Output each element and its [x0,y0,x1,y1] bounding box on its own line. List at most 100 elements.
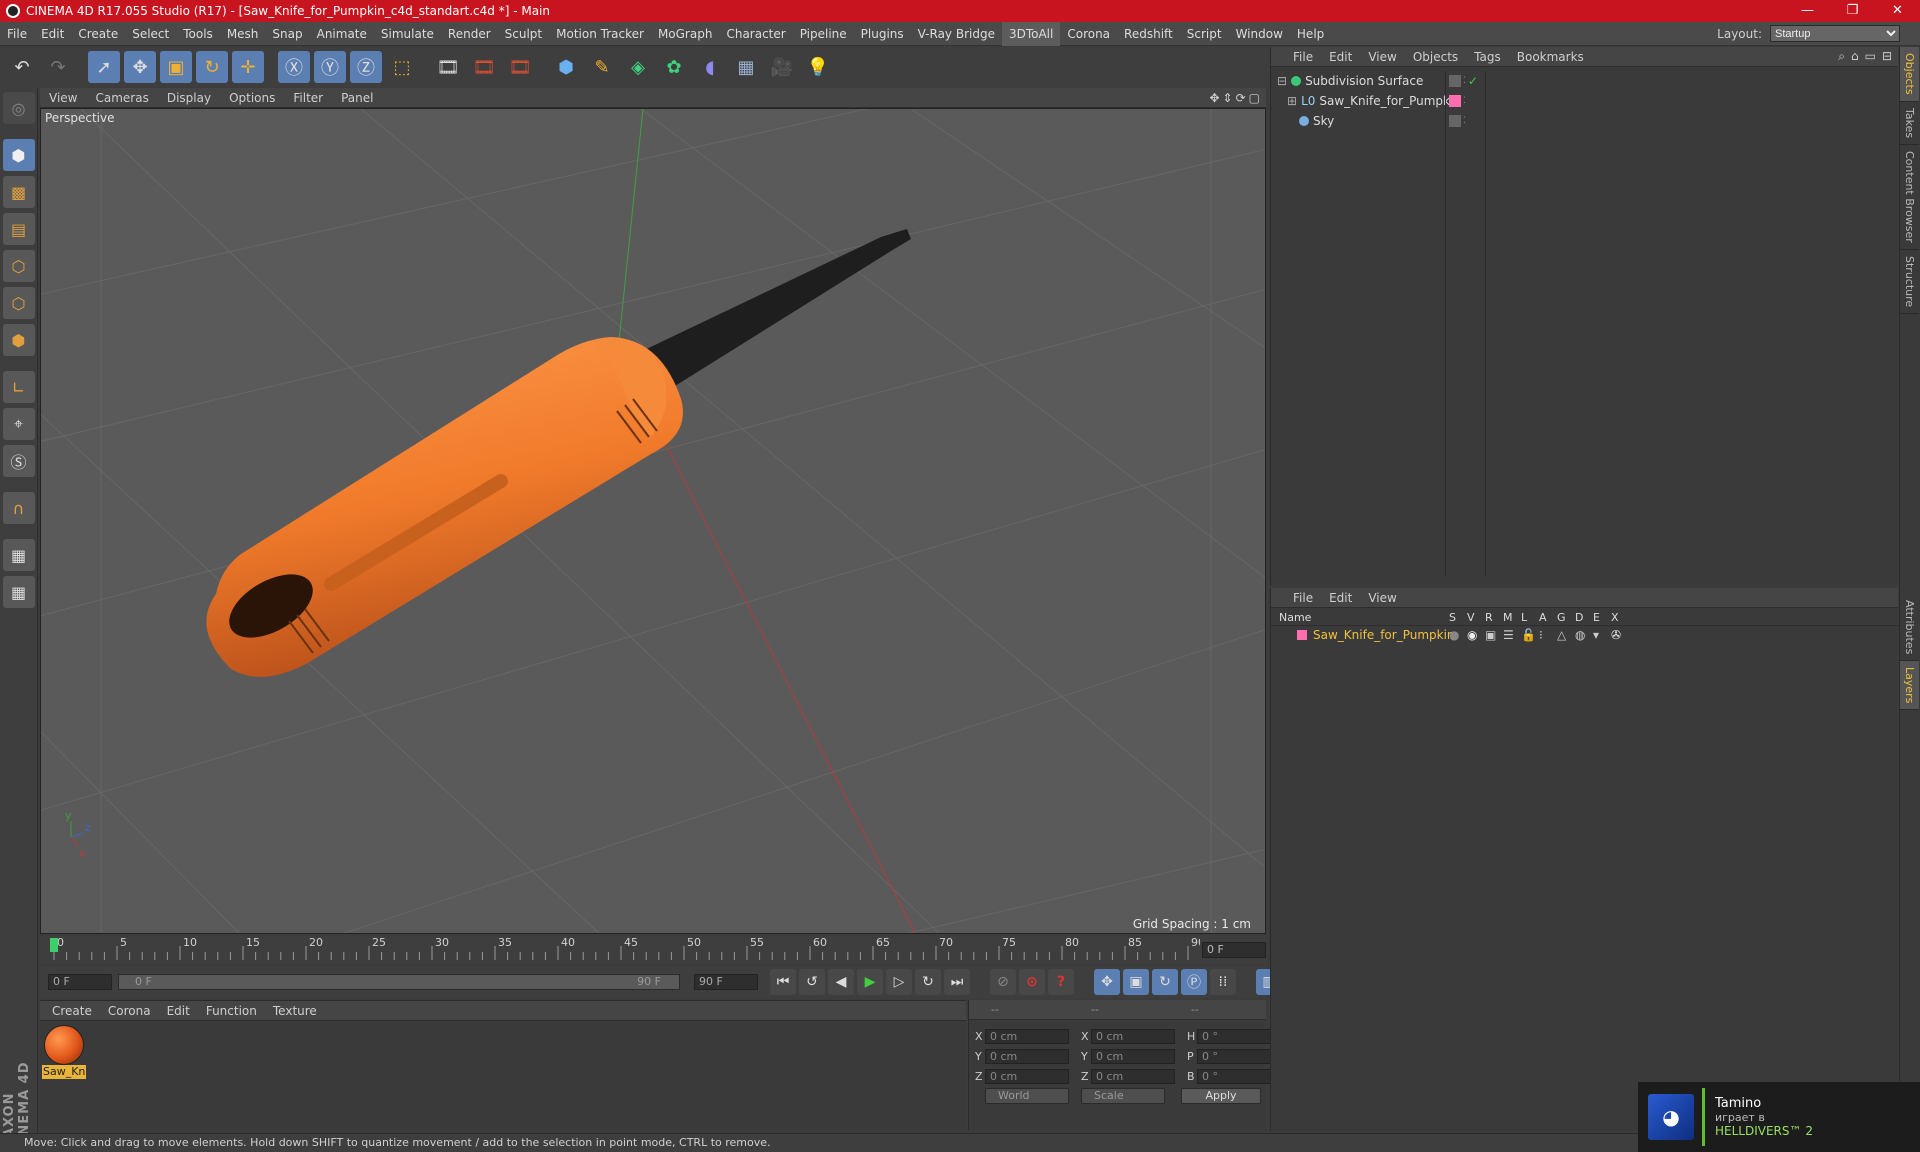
pan-view-icon[interactable]: ✥ [1209,91,1219,105]
menu-plugins[interactable]: Plugins [854,22,911,46]
material-menu-edit[interactable]: Edit [159,1004,198,1018]
xref-toggle-icon[interactable]: ✇ [1611,628,1621,642]
expressions-toggle-icon[interactable]: ▾ [1593,628,1599,642]
keyframe-selection-icon[interactable]: ? [1048,969,1074,995]
autokeying-icon[interactable]: ⊙ [1019,969,1045,995]
generators-toggle-icon[interactable]: △ [1557,628,1566,642]
layout-select[interactable]: Startup [1770,25,1900,42]
frame-range-slider[interactable]: 0 F 90 F [118,974,680,990]
edge-mode-icon[interactable]: ⬡ [2,287,35,319]
render-view-icon[interactable]: 🎞 [432,51,464,83]
menu-tools[interactable]: Tools [176,22,220,46]
menu-3dtoall[interactable]: 3DToAll [1001,21,1061,46]
key-scale-icon[interactable]: ▣ [1123,969,1149,995]
object-row-sky[interactable]: Sky ⁚ [1271,111,1899,131]
objects-menu-view[interactable]: View [1360,50,1404,64]
redo-icon[interactable]: ↷ [42,51,74,83]
deformers-toggle-icon[interactable]: ◍ [1575,628,1585,642]
view-toggle-icon[interactable]: ◉ [1467,628,1477,642]
position-x-field[interactable]: 0 cm [985,1028,1069,1044]
light-icon[interactable]: 💡 [802,51,834,83]
toggle-panel-icon[interactable]: ▢ [1249,91,1260,105]
layers-menu-file[interactable]: File [1285,591,1321,605]
menu-script[interactable]: Script [1180,22,1229,46]
new-view-icon[interactable]: ▭ [1865,49,1876,64]
position-z-field[interactable]: 0 cm [985,1068,1069,1084]
minimize-button[interactable]: — [1785,0,1830,22]
cube-primitive-icon[interactable]: ⬢ [550,51,582,83]
render-toggle-icon[interactable]: ▣ [1485,628,1496,642]
camera-icon[interactable]: 🎥 [766,51,798,83]
end-frame-field[interactable]: 90 F [694,974,758,990]
size-y-field[interactable]: 0 cm [1091,1048,1175,1064]
x-axis-lock-icon[interactable]: Ⓧ [278,51,310,83]
manager-toggle-icon[interactable]: ☰ [1503,628,1514,642]
material-swatch[interactable]: Saw_Kni [42,1025,86,1079]
menu-simulate[interactable]: Simulate [374,22,441,46]
size-mode-select[interactable]: Scale [1081,1088,1165,1104]
tab-structure[interactable]: Structure [1900,250,1919,314]
position-y-field[interactable]: 0 cm [985,1048,1069,1064]
coordinate-system-icon[interactable]: ⬚ [386,51,418,83]
rotation-b-field[interactable]: 0 ° [1197,1068,1277,1084]
layer-row[interactable]: Saw_Knife_for_Pumpkin ● ◉ ▣ ☰ 🔓 ⁝ △ ◍ ▾ … [1271,626,1899,644]
model-mode-icon[interactable]: ⬢ [2,139,35,171]
live-selection-icon[interactable]: ➚ [88,51,120,83]
make-editable-icon[interactable]: ◎ [2,92,35,124]
key-position-icon[interactable]: ✥ [1094,969,1120,995]
tab-takes[interactable]: Takes [1900,102,1919,145]
solo-toggle-icon[interactable]: ● [1449,628,1459,642]
layer-tag-icon[interactable] [1449,75,1461,87]
viewport-menu-filter[interactable]: Filter [284,91,332,105]
lock-toggle-icon[interactable]: 🔓 [1521,628,1536,642]
pen-spline-icon[interactable]: ✎ [586,51,618,83]
undo-icon[interactable]: ↶ [6,51,38,83]
object-row-saw-knife[interactable]: ⊞ L0 Saw_Knife_for_Pumpkin ⁚ [1271,91,1899,111]
workplane-mode-icon[interactable]: ▤ [2,213,35,245]
next-frame-icon[interactable]: ▷ [886,969,912,995]
perspective-viewport[interactable]: y z x Perspective Grid Spacing : 1 cm [40,108,1266,934]
menu-mesh[interactable]: Mesh [220,22,266,46]
objects-menu-bookmarks[interactable]: Bookmarks [1509,50,1592,64]
material-menu-create[interactable]: Create [44,1004,100,1018]
viewport-menu-panel[interactable]: Panel [332,91,382,105]
go-to-end-icon[interactable]: ⏭ [944,969,970,995]
tab-objects[interactable]: Objects [1900,47,1919,102]
tweak-mode-icon[interactable]: ⌖ [2,408,35,440]
texture-mode-icon[interactable]: ▩ [2,176,35,208]
subdivision-surface-icon[interactable]: ◈ [622,51,654,83]
timeline-ruler[interactable]: 0 5 10 15 20 25 30 35 40 45 50 55 60 65 70 75 80 85 90 0 F [40,936,1266,964]
rotation-p-field[interactable]: 0 ° [1197,1048,1277,1064]
layers-menu-view[interactable]: View [1360,591,1404,605]
grid-snap-icon[interactable]: ▦ [2,576,35,608]
menu-render[interactable]: Render [441,22,498,46]
playhead[interactable] [50,938,58,952]
axis-mode-icon[interactable]: ∟ [2,371,35,403]
panel-options-icon[interactable]: ⊟ [1882,49,1892,64]
collapse-toggle-icon[interactable]: ⊟ [1277,74,1287,88]
render-to-picture-viewer-icon[interactable]: 🎞 [468,51,500,83]
point-mode-icon[interactable]: ⬡ [2,250,35,282]
menu-file[interactable]: File [0,22,34,46]
layer-color-swatch[interactable] [1297,630,1307,640]
edit-render-settings-icon[interactable]: 🎞 [504,51,536,83]
objects-menu-file[interactable]: File [1285,50,1321,64]
previous-frame-icon[interactable]: ◀ [828,969,854,995]
recent-tool-icon[interactable]: ✛ [232,51,264,83]
material-menu-texture[interactable]: Texture [265,1004,325,1018]
current-frame-field[interactable]: 0 F [1202,942,1266,958]
snap-icon[interactable]: Ⓢ [2,445,35,477]
enabled-check-icon[interactable]: ✓ [1468,74,1478,88]
polygon-mode-icon[interactable]: ⬢ [2,324,35,356]
home-icon[interactable]: ⌂ [1851,49,1859,64]
layer-tag-icon[interactable] [1449,115,1461,127]
visibility-dots-icon[interactable]: ⁚ [1463,116,1466,126]
y-axis-lock-icon[interactable]: Ⓨ [314,51,346,83]
object-row-subdivision-surface[interactable]: ⊟ Subdivision Surface ⁚ ✓ [1271,71,1899,91]
visibility-dots-icon[interactable]: ⁚ [1463,76,1466,86]
menu-snap[interactable]: Snap [265,22,309,46]
apply-button[interactable]: Apply [1181,1088,1261,1104]
viewport-menu-view[interactable]: View [40,91,86,105]
column-divider[interactable] [1485,71,1486,577]
viewport-menu-options[interactable]: Options [220,91,284,105]
